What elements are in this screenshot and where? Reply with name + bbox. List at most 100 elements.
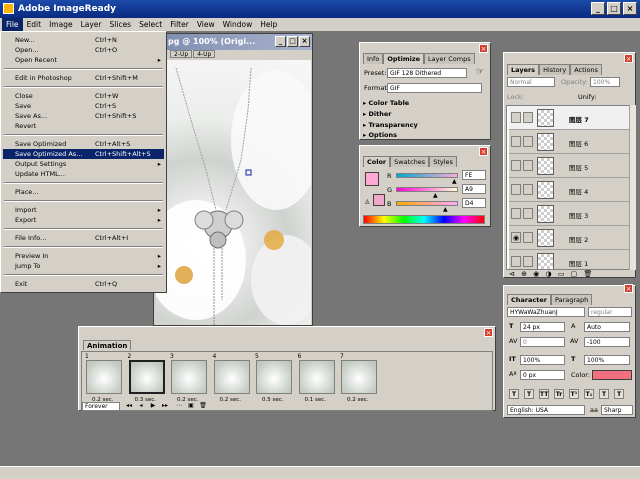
section-dither[interactable]: ▸ Dither bbox=[363, 110, 483, 118]
text-style-button[interactable]: T₁ bbox=[584, 389, 594, 399]
file-menu-item[interactable]: New... Ctrl+N bbox=[3, 35, 164, 45]
layers-panel-close-icon[interactable]: × bbox=[624, 54, 633, 63]
font-size-field[interactable]: 24 px bbox=[520, 322, 565, 332]
tab-optimize[interactable]: Optimize bbox=[383, 53, 425, 64]
text-style-button[interactable]: Tr bbox=[554, 389, 564, 399]
file-menu-item[interactable]: Place... bbox=[3, 187, 164, 197]
channel-value-field[interactable]: FE bbox=[462, 170, 486, 180]
antialias-select[interactable]: Sharp bbox=[601, 405, 633, 415]
section-color-table[interactable]: ▸ Color Table bbox=[363, 99, 483, 107]
foreground-color-swatch[interactable] bbox=[365, 172, 379, 186]
channel-slider[interactable]: ▲ bbox=[396, 173, 458, 185]
channel-slider[interactable]: ▲ bbox=[396, 187, 458, 199]
visibility-eye-icon[interactable] bbox=[511, 208, 521, 219]
text-style-button[interactable]: T bbox=[509, 389, 519, 399]
frame-delay-select[interactable]: 0.1 sec. bbox=[305, 397, 327, 403]
text-style-button[interactable]: T¹ bbox=[569, 389, 579, 399]
file-menu-item[interactable]: Jump To ▸ bbox=[3, 261, 164, 271]
tab-2-up[interactable]: 2-Up bbox=[170, 50, 193, 58]
visibility-eye-icon[interactable]: ◉ bbox=[511, 232, 521, 243]
tab-character[interactable]: Character bbox=[507, 294, 551, 305]
layer-row[interactable]: 图层 4 bbox=[509, 178, 629, 202]
layers-toolbar-icons[interactable]: ⊲ ⊕ ◉ ◑ ▭ ▢ 🗑 bbox=[509, 270, 594, 278]
animation-frame[interactable]: 5 0.5 sec. bbox=[254, 353, 294, 405]
layer-link-toggle[interactable] bbox=[523, 136, 533, 147]
menu-file[interactable]: File bbox=[2, 18, 23, 31]
preset-select[interactable]: GIF 128 Dithered bbox=[387, 68, 467, 78]
text-style-button[interactable]: TT bbox=[539, 389, 549, 399]
animation-frame[interactable]: 1 0.2 sec. bbox=[84, 353, 124, 405]
menu-slices[interactable]: Slices bbox=[106, 18, 136, 31]
tab-styles[interactable]: Styles bbox=[429, 156, 457, 167]
menu-help[interactable]: Help bbox=[256, 18, 281, 31]
channel-slider[interactable]: ▲ bbox=[396, 201, 458, 213]
leading-field[interactable]: Auto bbox=[584, 322, 630, 332]
text-color-swatch[interactable] bbox=[592, 370, 632, 380]
character-panel-close-icon[interactable]: × bbox=[624, 284, 633, 293]
frame-delay-select[interactable]: 0.2 sec. bbox=[347, 397, 369, 403]
file-menu-item[interactable]: Import ▸ bbox=[3, 205, 164, 215]
document-canvas[interactable] bbox=[146, 60, 321, 330]
file-menu-item[interactable]: Close Ctrl+W bbox=[3, 91, 164, 101]
tab-layers[interactable]: Layers bbox=[507, 64, 540, 75]
tab-swatches[interactable]: Swatches bbox=[390, 156, 430, 167]
opacity-field[interactable]: 100% bbox=[590, 77, 620, 87]
slider-thumb-icon[interactable]: ▲ bbox=[443, 206, 448, 213]
optimize-menu-icon[interactable]: ☞ bbox=[476, 67, 484, 77]
horizontal-scale-field[interactable]: 100% bbox=[584, 355, 630, 365]
text-style-button[interactable]: T bbox=[524, 389, 534, 399]
tab-4-up[interactable]: 4-Up bbox=[193, 50, 216, 58]
minimize-button[interactable]: _ bbox=[591, 2, 605, 15]
menu-select[interactable]: Select bbox=[135, 18, 166, 31]
doc-close-button[interactable]: × bbox=[299, 36, 310, 47]
next-frame-icon[interactable]: ▸▸ bbox=[160, 402, 170, 410]
visibility-eye-icon[interactable] bbox=[511, 160, 521, 171]
tab-history[interactable]: History bbox=[539, 64, 571, 75]
menu-view[interactable]: View bbox=[193, 18, 219, 31]
kerning-field[interactable]: 0 bbox=[520, 337, 565, 347]
file-menu-item[interactable]: File Info... Ctrl+Alt+I bbox=[3, 233, 164, 243]
color-panel-close-icon[interactable]: × bbox=[479, 147, 488, 156]
channel-value-field[interactable]: A9 bbox=[462, 184, 486, 194]
tab-animation[interactable]: Animation bbox=[83, 340, 132, 350]
tracking-field[interactable]: -100 bbox=[584, 337, 630, 347]
file-menu-item[interactable]: Open... Ctrl+O bbox=[3, 45, 164, 55]
file-menu-item[interactable]: Edit in Photoshop Ctrl+Shift+M bbox=[3, 73, 164, 83]
slider-thumb-icon[interactable]: ▲ bbox=[452, 178, 457, 185]
vertical-scale-field[interactable]: 100% bbox=[520, 355, 565, 365]
layer-link-toggle[interactable] bbox=[523, 208, 533, 219]
layer-row[interactable]: 图层 1 bbox=[509, 250, 629, 269]
doc-maximize-button[interactable]: □ bbox=[287, 36, 298, 47]
animation-frame[interactable]: 6 0.1 sec. bbox=[297, 353, 337, 405]
frame-delay-select[interactable]: 0.2 sec. bbox=[220, 397, 242, 403]
prev-frame-icon[interactable]: ◂ bbox=[136, 402, 146, 410]
tab-layer-comps[interactable]: Layer Comps bbox=[424, 53, 475, 64]
section-transparency[interactable]: ▸ Transparency bbox=[363, 121, 483, 129]
visibility-eye-icon[interactable] bbox=[511, 136, 521, 147]
restore-button[interactable]: □ bbox=[607, 2, 621, 15]
frame-delay-select[interactable]: 0.5 sec. bbox=[262, 397, 284, 403]
animation-panel-close-icon[interactable]: × bbox=[484, 328, 493, 337]
layer-row[interactable]: ◉ 图层 2 bbox=[509, 226, 629, 250]
loop-select[interactable]: Forever bbox=[82, 402, 120, 411]
doc-minimize-button[interactable]: _ bbox=[275, 36, 286, 47]
text-style-button[interactable]: T bbox=[599, 389, 609, 399]
visibility-eye-icon[interactable] bbox=[511, 256, 521, 267]
language-select[interactable]: English: USA bbox=[507, 405, 585, 415]
close-button[interactable]: × bbox=[623, 2, 637, 15]
document-title-bar[interactable]: pg @ 100% (Origi... _ □ × bbox=[154, 34, 312, 50]
file-menu-item[interactable]: Exit Ctrl+Q bbox=[3, 279, 164, 289]
menu-edit[interactable]: Edit bbox=[23, 18, 46, 31]
file-menu-item[interactable]: Save Optimized Ctrl+Alt+S bbox=[3, 139, 164, 149]
text-style-button[interactable]: T bbox=[614, 389, 624, 399]
layer-link-toggle[interactable] bbox=[523, 112, 533, 123]
font-family-select[interactable]: HYWaWaZhuanJ bbox=[507, 307, 585, 317]
layer-link-toggle[interactable] bbox=[523, 160, 533, 171]
tween-icon[interactable]: ⋯ bbox=[174, 402, 184, 410]
menu-image[interactable]: Image bbox=[45, 18, 77, 31]
warning-icon[interactable]: ◬ bbox=[365, 198, 370, 205]
animation-frame[interactable]: 2 0.3 sec. bbox=[127, 353, 167, 405]
file-menu-item[interactable]: Export ▸ bbox=[3, 215, 164, 225]
layers-scrollbar[interactable] bbox=[629, 105, 636, 270]
file-menu-item[interactable]: Open Recent ▸ bbox=[3, 55, 164, 65]
